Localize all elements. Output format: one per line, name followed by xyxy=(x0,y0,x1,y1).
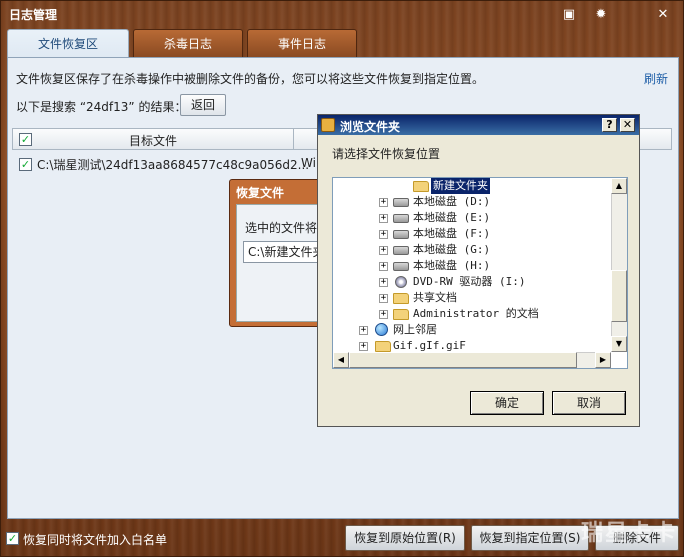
expand-icon[interactable]: + xyxy=(379,230,388,239)
cd-drive-icon xyxy=(395,276,407,288)
tree-item-label: 本地磁盘 (F:) xyxy=(413,227,491,240)
scroll-down-icon[interactable]: ▼ xyxy=(611,336,627,352)
browse-dialog-titlebar: 浏览文件夹 ? ✕ xyxy=(318,115,639,135)
recover-file-dialog: 恢复文件 选中的文件将 C:\新建文件夹 xyxy=(229,179,329,327)
scroll-thumb[interactable] xyxy=(349,352,577,368)
window-title: 日志管理 xyxy=(9,8,58,22)
tree-item-label: 新建文件夹 xyxy=(431,178,490,194)
drive-icon xyxy=(393,230,409,239)
tree-item[interactable]: + 本地磁盘 (E:) xyxy=(333,210,611,226)
row-file-path[interactable]: C:\瑞星测试\24df13aa8684577c48c9a056d2... xyxy=(37,156,309,173)
expand-icon[interactable]: + xyxy=(379,262,388,271)
scroll-left-icon[interactable]: ◀ xyxy=(333,352,349,368)
refresh-link[interactable]: 刷新 xyxy=(644,70,668,87)
gear-icon[interactable]: ✹ xyxy=(593,7,609,23)
folder-icon xyxy=(413,181,429,192)
tree-item[interactable]: + 本地磁盘 (G:) xyxy=(333,242,611,258)
expand-icon[interactable]: + xyxy=(379,198,388,207)
log-manager-window: 日志管理 ▣ ✹ ✕ 文件恢复区 杀毒日志 事件日志 文件恢复区保存了在杀毒操作… xyxy=(0,0,684,557)
tree-item[interactable]: + 本地磁盘 (D:) xyxy=(333,194,611,210)
expand-icon[interactable]: + xyxy=(379,214,388,223)
tree-item-label: DVD-RW 驱动器 (I:) xyxy=(413,275,526,288)
expand-icon[interactable]: + xyxy=(359,326,368,335)
expand-icon[interactable]: + xyxy=(379,294,388,303)
tab-file-recovery[interactable]: 文件恢复区 xyxy=(7,29,129,57)
browse-dialog-title: 浏览文件夹 xyxy=(340,120,401,134)
recover-path-input[interactable]: C:\新建文件夹 xyxy=(243,241,325,263)
tree-item-label: 共享文档 xyxy=(413,291,457,304)
whitelist-checkbox[interactable]: ✓ xyxy=(6,532,19,545)
column-target-file: 目标文件 xyxy=(129,134,178,148)
restore-specified-button[interactable]: 恢复到指定位置(S) xyxy=(471,525,589,551)
search-result-label: 以下是搜索 “24df13” 的结果： xyxy=(16,100,187,114)
tree-item-label: 网上邻居 xyxy=(393,323,437,336)
tree-item-label: 本地磁盘 (E:) xyxy=(413,211,491,224)
tree-item[interactable]: + 本地磁盘 (F:) xyxy=(333,226,611,242)
recover-dialog-body: 选中的文件将 C:\新建文件夹 xyxy=(236,204,325,322)
expand-icon[interactable]: + xyxy=(379,310,388,319)
folder-tree[interactable]: 新建文件夹 + 本地磁盘 (D:) + 本地磁盘 (E:) + 本地磁盘 (F:… xyxy=(332,177,628,369)
folder-icon xyxy=(375,341,391,352)
browse-prompt: 请选择文件恢复位置 xyxy=(332,147,441,161)
back-button[interactable]: 返回 xyxy=(180,94,226,116)
drive-icon xyxy=(393,198,409,207)
drive-icon xyxy=(393,246,409,255)
folder-icon xyxy=(393,309,409,320)
recovery-description: 文件恢复区保存了在杀毒操作中被删除文件的备份，您可以将这些文件恢复到指定位置。 xyxy=(16,72,485,86)
help-button[interactable]: ? xyxy=(602,118,617,132)
tree-item[interactable]: + 本地磁盘 (H:) xyxy=(333,258,611,274)
folder-icon xyxy=(393,293,409,304)
tree-item-label: Administrator 的文档 xyxy=(413,307,539,320)
tree-item[interactable]: + Administrator 的文档 xyxy=(333,306,611,322)
ok-button[interactable]: 确定 xyxy=(470,391,544,415)
network-icon xyxy=(375,323,388,336)
row-second-column: Wi xyxy=(301,156,316,170)
whitelist-label: 恢复同时将文件加入白名单 xyxy=(23,533,168,547)
expand-icon[interactable]: + xyxy=(359,342,368,351)
tree-item-label: 本地磁盘 (G:) xyxy=(413,243,491,256)
vertical-scrollbar[interactable]: ▲ ▼ xyxy=(611,178,627,352)
scroll-right-icon[interactable]: ▶ xyxy=(595,352,611,368)
cancel-button[interactable]: 取消 xyxy=(552,391,626,415)
tab-event-log[interactable]: 事件日志 xyxy=(247,29,357,57)
menu-icon[interactable]: ▣ xyxy=(561,7,577,23)
expand-icon[interactable]: + xyxy=(379,278,388,287)
watermark-logo: 瑞星卡卡 xyxy=(580,521,677,546)
scroll-up-icon[interactable]: ▲ xyxy=(611,178,627,194)
close-button[interactable]: ✕ xyxy=(620,118,635,132)
scroll-thumb[interactable] xyxy=(611,270,627,322)
drive-icon xyxy=(393,214,409,223)
title-bar: 日志管理 ▣ ✹ ✕ xyxy=(1,1,684,29)
tree-item-label: 本地磁盘 (D:) xyxy=(413,195,491,208)
tree-item[interactable]: + DVD-RW 驱动器 (I:) xyxy=(333,274,611,290)
column-divider[interactable] xyxy=(293,129,294,149)
tree-item[interactable]: + 共享文档 xyxy=(333,290,611,306)
tree-item-label: 本地磁盘 (H:) xyxy=(413,259,491,272)
app-icon xyxy=(321,118,335,132)
tree-item[interactable]: 新建文件夹 xyxy=(333,178,611,194)
row-checkbox[interactable]: ✓ xyxy=(19,158,32,171)
select-all-checkbox[interactable]: ✓ xyxy=(19,133,32,146)
restore-original-button[interactable]: 恢复到原始位置(R) xyxy=(345,525,465,551)
recover-dialog-label: 选中的文件将 xyxy=(245,221,318,235)
close-icon[interactable]: ✕ xyxy=(655,7,671,23)
drive-icon xyxy=(393,262,409,271)
expand-icon[interactable]: + xyxy=(379,246,388,255)
tab-antivirus-log[interactable]: 杀毒日志 xyxy=(133,29,243,57)
tree-item[interactable]: + 网上邻居 xyxy=(333,322,611,338)
recover-dialog-title: 恢复文件 xyxy=(236,186,285,200)
browse-folder-dialog: 浏览文件夹 ? ✕ 请选择文件恢复位置 新建文件夹 + 本地磁盘 (D:) + … xyxy=(317,114,640,427)
horizontal-scrollbar[interactable]: ◀ ▶ xyxy=(333,352,611,368)
